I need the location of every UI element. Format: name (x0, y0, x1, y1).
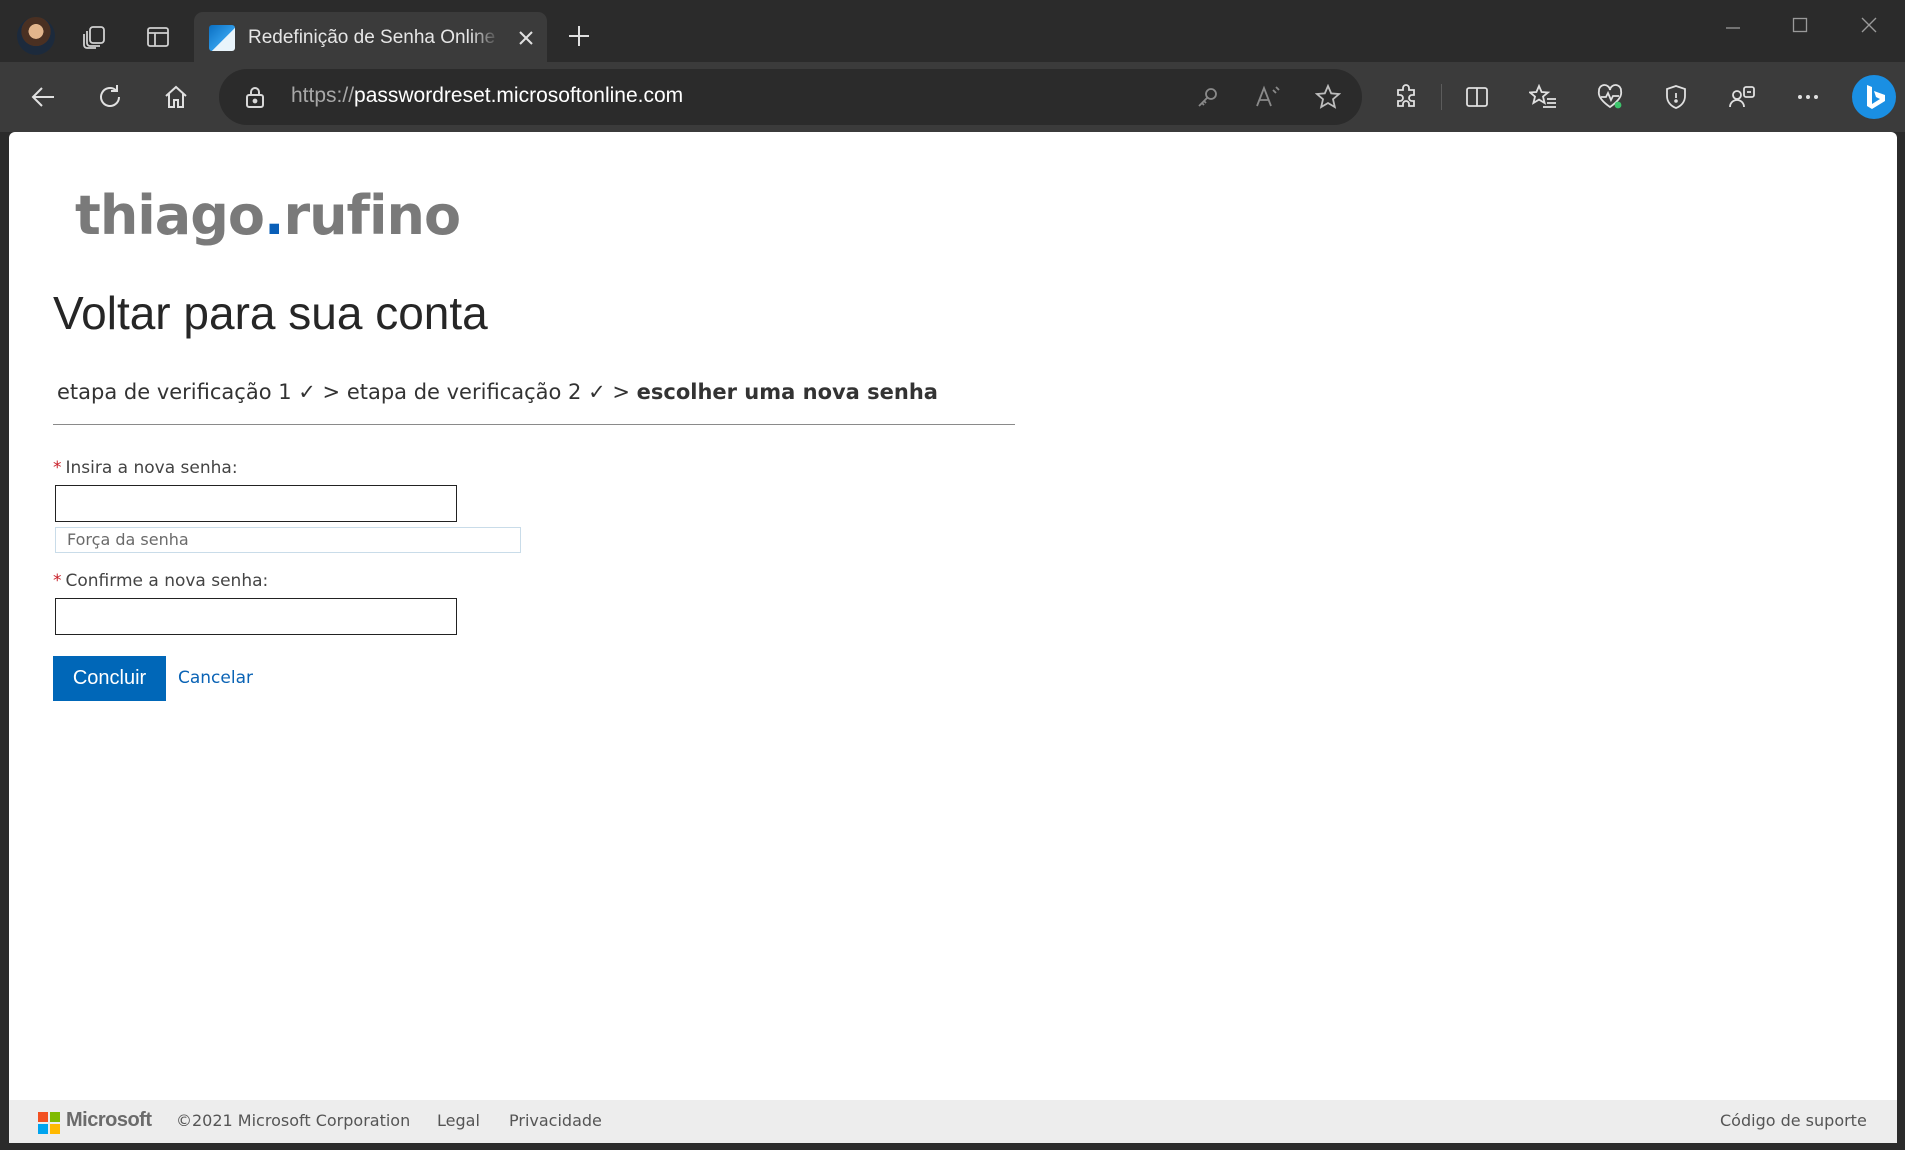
microsoft-logo-icon (38, 1112, 60, 1134)
footer-support-code-link[interactable]: Código de suporte (1720, 1111, 1867, 1130)
microsoft-wordmark: Microsoft (66, 1109, 152, 1131)
close-window-icon[interactable] (1856, 12, 1882, 38)
confirm-password-label: * Confirme a nova senha: (53, 571, 269, 591)
step-1-label: etapa de verificação 1 ✓ (57, 380, 316, 404)
vertical-tabs-icon[interactable] (144, 23, 172, 51)
minimize-window-icon[interactable] (1720, 14, 1746, 40)
browser-toolbar: https://passwordreset.microsoftonline.co… (0, 62, 1905, 132)
new-tab-icon[interactable] (565, 22, 593, 50)
cancel-link[interactable]: Cancelar (178, 668, 253, 688)
workspaces-icon[interactable] (80, 22, 110, 52)
page-title: Voltar para sua conta (53, 287, 488, 339)
active-tab[interactable]: Redefinição de Senha Online da Microsoft (194, 12, 547, 62)
confirm-password-input[interactable] (55, 598, 457, 635)
read-aloud-icon[interactable] (1254, 83, 1282, 111)
required-mark: * (53, 458, 62, 478)
refresh-icon[interactable] (95, 82, 125, 112)
maximize-window-icon[interactable] (1787, 12, 1813, 38)
more-options-icon[interactable] (1793, 82, 1823, 112)
company-logo: thiago.rufino (75, 184, 461, 247)
back-icon[interactable] (28, 82, 58, 112)
profile-avatar[interactable] (17, 17, 55, 55)
favorites-icon[interactable] (1528, 82, 1558, 112)
extensions-icon[interactable] (1391, 82, 1421, 112)
footer-legal-link[interactable]: Legal (437, 1111, 480, 1130)
lock-icon[interactable] (242, 84, 268, 110)
tab-title: Redefinição de Senha Online da Microsoft (248, 27, 500, 48)
footer-privacy-link[interactable]: Privacidade (509, 1111, 602, 1130)
password-reset-favicon-icon (209, 25, 235, 51)
url-text[interactable]: https://passwordreset.microsoftonline.co… (291, 84, 683, 108)
split-screen-icon[interactable] (1462, 82, 1492, 112)
favorite-star-icon[interactable] (1313, 82, 1343, 112)
new-password-input[interactable] (55, 485, 457, 522)
steps-divider (53, 424, 1015, 425)
verification-steps-breadcrumb: etapa de verificação 1 ✓ > etapa de veri… (57, 380, 938, 404)
current-step-label: escolher uma nova senha (636, 380, 938, 404)
home-icon[interactable] (161, 82, 191, 112)
shield-icon[interactable] (1661, 82, 1691, 112)
footer-copyright: ©2021 Microsoft Corporation (176, 1111, 411, 1130)
profile-sync-icon[interactable] (1727, 82, 1757, 112)
close-tab-icon[interactable] (514, 26, 538, 50)
address-bar[interactable]: https://passwordreset.microsoftonline.co… (219, 69, 1362, 125)
browser-tab-bar: Redefinição de Senha Online da Microsoft (0, 0, 1905, 62)
password-strength-meter: Força da senha (55, 527, 521, 553)
step-2-label: etapa de verificação 2 ✓ (346, 380, 606, 404)
required-mark: * (53, 571, 62, 591)
page-viewport: thiago.rufino Voltar para sua conta etap… (9, 132, 1897, 1143)
page-footer: Microsoft ©2021 Microsoft Corporation Le… (9, 1100, 1897, 1143)
copilot-bing-icon[interactable] (1850, 73, 1898, 121)
toolbar-separator (1441, 84, 1442, 110)
password-key-icon[interactable] (1194, 83, 1222, 111)
browser-essentials-icon[interactable] (1595, 82, 1625, 112)
new-password-label: * Insira a nova senha: (53, 458, 238, 478)
submit-button[interactable]: Concluir (53, 656, 166, 701)
